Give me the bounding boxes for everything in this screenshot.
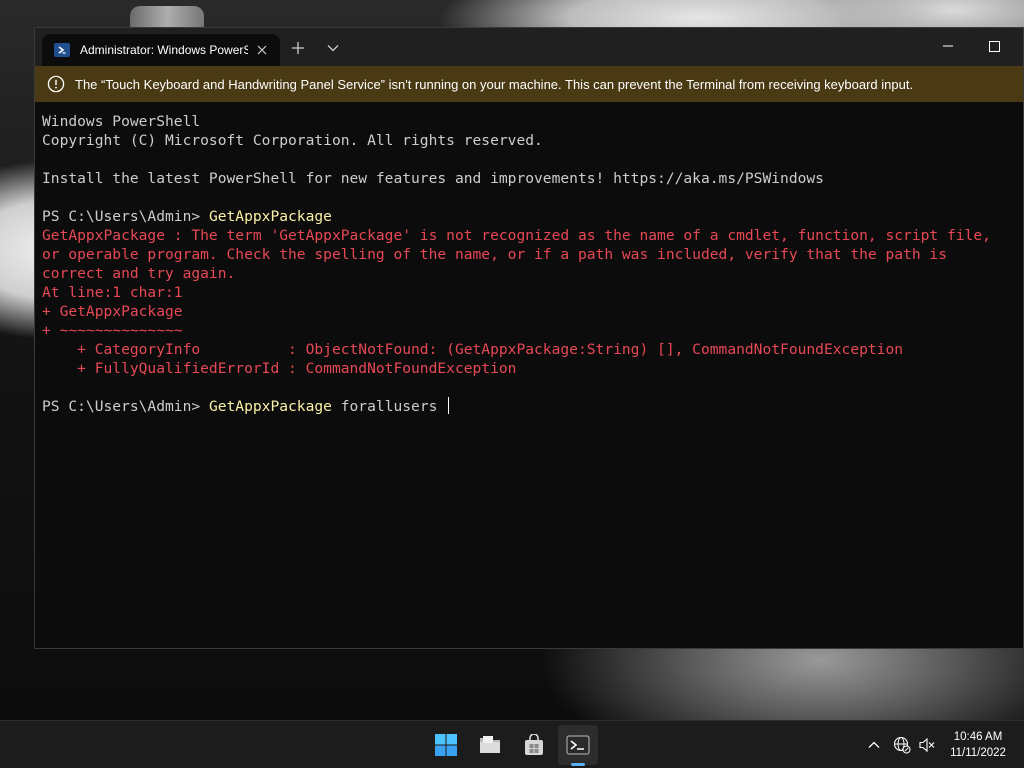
console-output[interactable]: Windows PowerShell Copyright (C) Microsof… bbox=[42, 112, 1023, 648]
taskbar: 10:46 AM 11/11/2022 bbox=[0, 720, 1024, 768]
network-button[interactable] bbox=[892, 735, 912, 755]
console-output-line: Copyright (C) Microsoft Corporation. All… bbox=[42, 132, 543, 149]
microsoft-store-button[interactable] bbox=[514, 725, 554, 765]
close-tab-icon[interactable] bbox=[254, 42, 270, 58]
terminal-window[interactable]: Administrator: Windows PowerShell bbox=[34, 27, 1024, 649]
chevron-up-icon bbox=[868, 741, 880, 748]
command-args: forallusers bbox=[331, 398, 447, 415]
tab-title: Administrator: Windows PowerShell bbox=[80, 43, 248, 57]
wallpaper-glass-object bbox=[130, 6, 204, 28]
console-error-line: + ~~~~~~~~~~~~~~ bbox=[42, 322, 183, 339]
console-prompt-line: PS C:\Users\Admin> GetAppxPackage bbox=[42, 207, 1023, 226]
terminal-icon bbox=[566, 735, 590, 755]
console-error-line: + GetAppxPackage bbox=[42, 303, 183, 320]
clock[interactable]: 10:46 AM 11/11/2022 bbox=[944, 729, 1012, 761]
tab-powershell[interactable]: Administrator: Windows PowerShell bbox=[42, 34, 280, 66]
console-output-line: Windows PowerShell bbox=[42, 113, 201, 130]
running-app-indicator bbox=[571, 763, 585, 766]
windows-logo-icon bbox=[435, 734, 457, 756]
warning-infobar: The “Touch Keyboard and Handwriting Pane… bbox=[35, 66, 1023, 102]
powershell-icon bbox=[54, 43, 70, 57]
globe-no-internet-icon bbox=[893, 736, 911, 754]
title-bar[interactable]: Administrator: Windows PowerShell bbox=[35, 28, 1023, 66]
folder-icon bbox=[480, 736, 500, 753]
text-cursor bbox=[448, 397, 450, 414]
store-bag-icon bbox=[525, 734, 543, 755]
console-error-line: + CategoryInfo : ObjectNotFound: (GetApp… bbox=[42, 341, 904, 358]
tab-dropdown-button[interactable] bbox=[322, 38, 344, 58]
terminal-taskbar-button[interactable] bbox=[558, 725, 598, 765]
console-error-line: At line:1 char:1 bbox=[42, 284, 183, 301]
prompt-text: PS C:\Users\Admin> bbox=[42, 398, 209, 415]
console-prompt-line: PS C:\Users\Admin> GetAppxPackage forall… bbox=[42, 397, 1023, 416]
new-tab-button[interactable] bbox=[287, 38, 309, 58]
clock-time: 10:46 AM bbox=[953, 731, 1003, 743]
prompt-text: PS C:\Users\Admin> bbox=[42, 208, 209, 225]
console-output-line: Install the latest PowerShell for new fe… bbox=[42, 170, 824, 187]
plus-icon bbox=[292, 42, 304, 54]
start-button[interactable] bbox=[426, 725, 466, 765]
minimize-icon bbox=[943, 45, 953, 47]
file-explorer-button[interactable] bbox=[470, 725, 510, 765]
maximize-icon bbox=[988, 40, 1000, 52]
console-error-line: correct and try again. bbox=[42, 265, 236, 282]
maximize-button[interactable] bbox=[971, 32, 1017, 60]
warning-icon bbox=[47, 75, 65, 93]
console-error-line: or operable program. Check the spelling … bbox=[42, 246, 947, 263]
volume-muted-icon bbox=[919, 737, 935, 753]
minimize-button[interactable] bbox=[925, 32, 971, 60]
infobar-message: The “Touch Keyboard and Handwriting Pane… bbox=[75, 76, 914, 92]
command-text: GetAppxPackage bbox=[208, 208, 332, 225]
console-error-line: GetAppxPackage : The term 'GetAppxPackag… bbox=[42, 227, 991, 244]
volume-button[interactable] bbox=[917, 735, 937, 755]
show-hidden-icons-button[interactable] bbox=[864, 735, 884, 755]
chevron-down-icon bbox=[327, 45, 339, 52]
clock-date: 11/11/2022 bbox=[950, 747, 1006, 759]
console-error-line: + FullyQualifiedErrorId : CommandNotFoun… bbox=[42, 360, 517, 377]
command-text: GetAppxPackage bbox=[208, 398, 332, 415]
